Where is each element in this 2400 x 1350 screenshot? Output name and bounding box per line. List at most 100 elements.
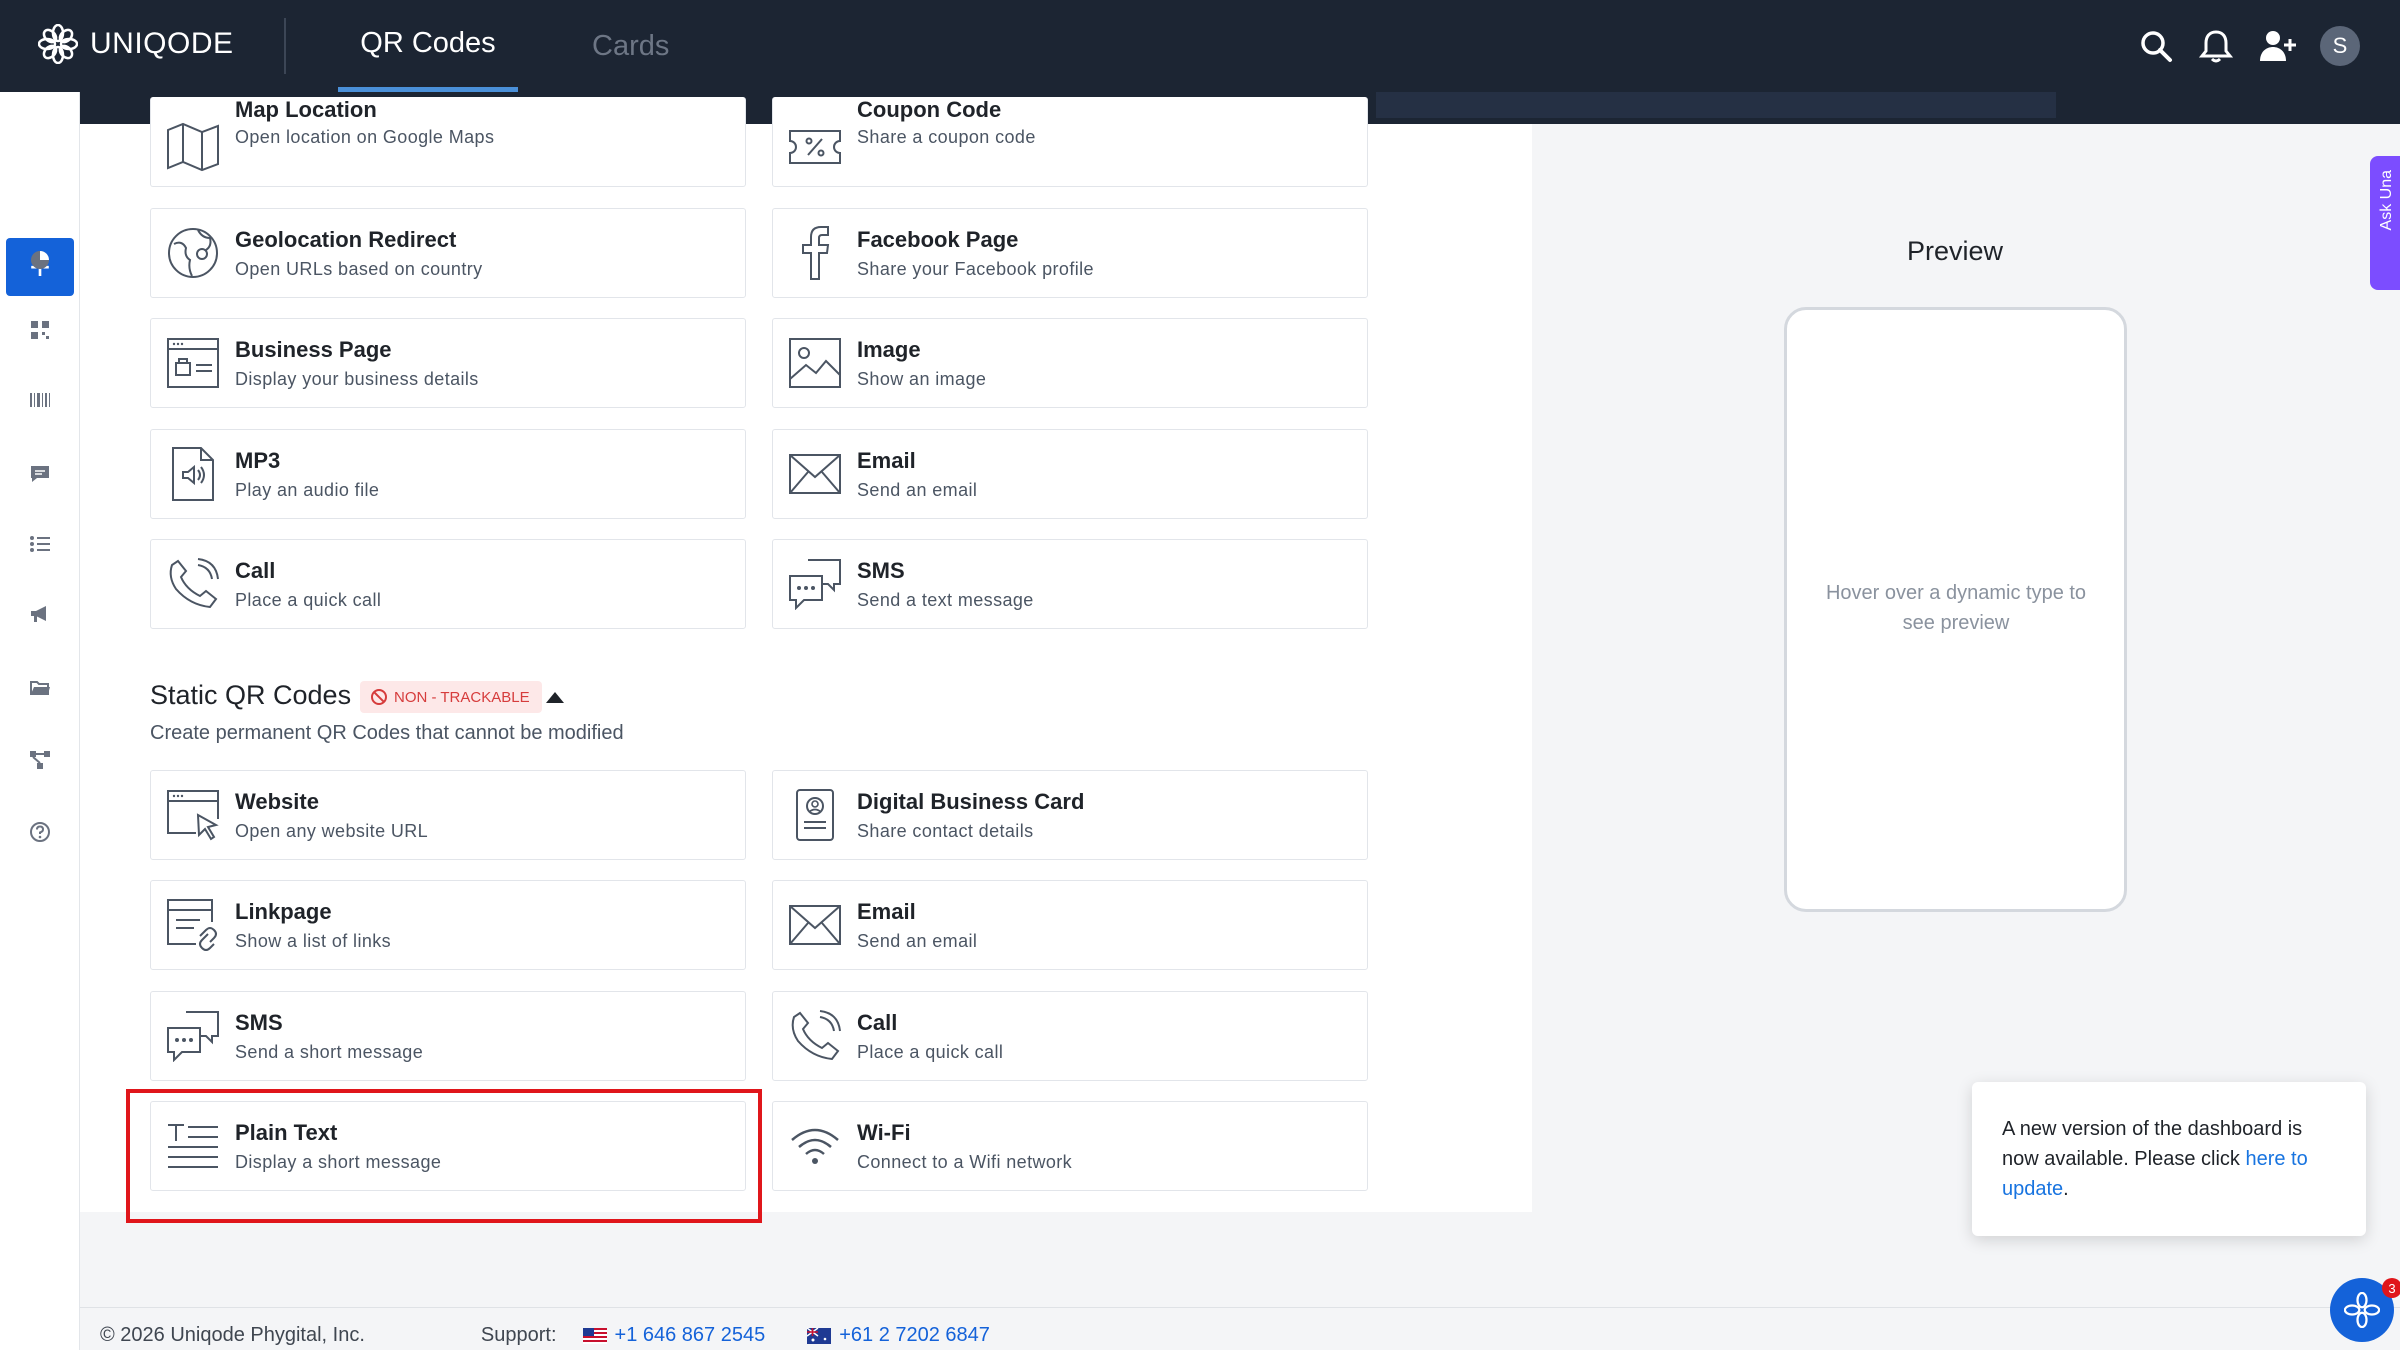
support-phone-us[interactable]: +1 646 867 2545 xyxy=(615,1324,766,1347)
card-call-static[interactable]: Call Place a quick call xyxy=(772,991,1368,1081)
copyright: © 2026 Uniqode Phygital, Inc. xyxy=(100,1324,365,1346)
linkpage-icon xyxy=(165,897,221,953)
chat-badge: 3 xyxy=(2382,1278,2400,1298)
card-subtitle: Place a quick call xyxy=(857,1042,1004,1062)
envelope-icon xyxy=(787,446,843,502)
ask-una-label: Ask Una xyxy=(2378,170,2395,231)
card-title: MP3 xyxy=(235,448,281,473)
brand-logo[interactable]: UNIQODE xyxy=(38,24,234,64)
card-business-page[interactable]: Business Page Display your business deta… xyxy=(150,318,746,408)
card-title: Call xyxy=(235,558,276,583)
envelope-icon xyxy=(787,897,843,953)
card-map-location[interactable]: Map Location Open location on Google Map… xyxy=(150,97,746,187)
card-subtitle: Send an email xyxy=(857,480,978,500)
preview-hint: Hover over a dynamic type to see preview xyxy=(1825,582,2087,634)
section-subtitle: Create permanent QR Codes that cannot be… xyxy=(150,722,624,744)
card-call[interactable]: Call Place a quick call xyxy=(150,539,746,629)
facebook-icon xyxy=(787,225,843,281)
bell-icon[interactable] xyxy=(2196,26,2236,66)
card-subtitle: Play an audio file xyxy=(235,480,380,500)
folder-icon[interactable] xyxy=(24,672,56,704)
help-icon[interactable] xyxy=(24,816,56,848)
uniqode-chat-icon xyxy=(2344,1292,2380,1328)
card-title: SMS xyxy=(235,1010,283,1035)
card-email[interactable]: Email Send an email xyxy=(772,429,1368,519)
card-coupon-code[interactable]: Coupon Code Share a coupon code xyxy=(772,97,1368,187)
phone-icon xyxy=(787,1008,843,1064)
search-icon[interactable] xyxy=(2136,26,2176,66)
card-title: Email xyxy=(857,448,916,473)
collapse-caret-icon[interactable] xyxy=(546,692,564,703)
card-linkpage[interactable]: Linkpage Show a list of links xyxy=(150,880,746,970)
card-facebook-page[interactable]: Facebook Page Share your Facebook profil… xyxy=(772,208,1368,298)
business-page-icon xyxy=(165,335,221,391)
highlight-box xyxy=(126,1089,762,1223)
card-image[interactable]: Image Show an image xyxy=(772,318,1368,408)
us-flag-icon xyxy=(582,1324,615,1347)
card-subtitle: Open any website URL xyxy=(235,821,429,841)
card-title: Linkpage xyxy=(235,899,332,924)
sidebar: + xyxy=(0,92,80,1350)
card-sms[interactable]: SMS Send a text message xyxy=(772,539,1368,629)
wifi-icon xyxy=(787,1118,843,1174)
card-title: Wi-Fi xyxy=(857,1120,911,1145)
sms-icon xyxy=(165,1008,221,1064)
support-phone-au[interactable]: +61 2 7202 6847 xyxy=(839,1324,990,1347)
list-icon[interactable] xyxy=(24,528,56,560)
analytics-icon[interactable] xyxy=(24,244,56,276)
image-icon xyxy=(787,335,843,391)
card-subtitle: Share your Facebook profile xyxy=(857,259,1094,279)
toast-end: . xyxy=(2063,1178,2069,1200)
card-subtitle: Display your business details xyxy=(235,369,479,389)
card-title: Business Page xyxy=(235,337,392,362)
card-subtitle: Send a short message xyxy=(235,1042,424,1062)
barcode-icon[interactable] xyxy=(24,384,56,416)
message-icon[interactable] xyxy=(24,458,56,490)
card-subtitle: Open location on Google Maps xyxy=(235,127,495,147)
card-title: Coupon Code xyxy=(857,97,1002,122)
phone-icon xyxy=(165,556,221,612)
tab-cards[interactable]: Cards xyxy=(592,0,669,92)
ban-icon xyxy=(371,689,387,705)
card-subtitle: Connect to a Wifi network xyxy=(857,1152,1073,1172)
card-subtitle: Share a coupon code xyxy=(857,127,1036,147)
workflow-icon[interactable] xyxy=(24,744,56,776)
card-subtitle: Send a text message xyxy=(857,590,1034,610)
uniqode-logo-icon xyxy=(38,24,78,64)
card-email-static[interactable]: Email Send an email xyxy=(772,880,1368,970)
megaphone-icon[interactable] xyxy=(24,598,56,630)
audio-file-icon xyxy=(165,446,221,502)
card-title: Image xyxy=(857,337,921,362)
card-subtitle: Open URLs based on country xyxy=(235,259,483,279)
card-website[interactable]: Website Open any website URL xyxy=(150,770,746,860)
card-digital-business-card[interactable]: Digital Business Card Share contact deta… xyxy=(772,770,1368,860)
card-sms-static[interactable]: SMS Send a short message xyxy=(150,991,746,1081)
card-title: Digital Business Card xyxy=(857,789,1085,814)
badge-label: NON - TRACKABLE xyxy=(394,688,530,706)
brand-name: UNIQODE xyxy=(90,27,234,60)
globe-pin-icon xyxy=(165,225,221,281)
substrip-bar xyxy=(1376,92,2056,118)
footer: © 2026 Uniqode Phygital, Inc. Support: +… xyxy=(100,1324,990,1347)
card-title: Website xyxy=(235,789,319,814)
contact-card-icon xyxy=(787,787,843,843)
card-mp3[interactable]: MP3 Play an audio file xyxy=(150,429,746,519)
card-title: SMS xyxy=(857,558,905,583)
coupon-icon xyxy=(787,119,843,175)
tab-qr-codes[interactable]: QR Codes xyxy=(338,0,518,92)
sms-icon xyxy=(787,556,843,612)
map-icon xyxy=(165,119,221,175)
au-flag-icon xyxy=(807,1324,839,1347)
card-wifi[interactable]: Wi-Fi Connect to a Wifi network xyxy=(772,1101,1368,1191)
card-geolocation-redirect[interactable]: Geolocation Redirect Open URLs based on … xyxy=(150,208,746,298)
qr-grid-icon[interactable] xyxy=(24,314,56,346)
top-navbar: UNIQODE QR Codes Cards S xyxy=(0,0,2400,92)
section-title: Static QR Codes xyxy=(150,680,352,710)
ask-una-tab[interactable]: Ask Una xyxy=(2370,156,2400,290)
card-title: Facebook Page xyxy=(857,227,1019,252)
card-title: Map Location xyxy=(235,97,377,122)
add-user-icon[interactable] xyxy=(2258,26,2298,66)
avatar[interactable]: S xyxy=(2320,26,2360,66)
footer-divider xyxy=(80,1307,2400,1308)
card-subtitle: Share contact details xyxy=(857,821,1034,841)
